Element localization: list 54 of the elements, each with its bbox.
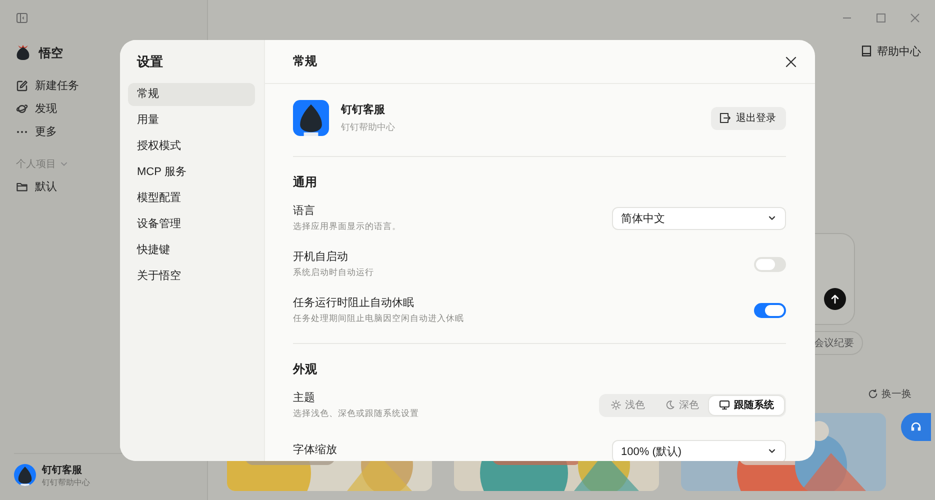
dropdown[interactable]: 100% (默认) (612, 440, 786, 461)
section-title: 外观 (293, 361, 318, 378)
edit-icon (16, 80, 28, 92)
page-title: 常规 (293, 53, 317, 70)
settings-nav-item[interactable]: 用量 (128, 109, 255, 132)
settings-nav-item[interactable]: 模型配置 (128, 187, 255, 210)
settings-nav-item[interactable]: 设备管理 (128, 213, 255, 236)
monitor-icon (719, 400, 730, 410)
setting-description: 选择浅色、深色或跟随系统设置 (293, 408, 419, 420)
support-button[interactable] (901, 413, 931, 441)
logo-icon (14, 44, 32, 62)
settings-nav-item[interactable]: 关于悟空 (128, 265, 255, 288)
settings-nav-item[interactable]: MCP 服务 (128, 161, 255, 184)
section-label: 个人项目 (16, 158, 56, 171)
refresh-link[interactable]: 换一换 (868, 387, 912, 401)
setting-description: 系统启动时自动运行 (293, 267, 374, 279)
send-button[interactable] (824, 288, 846, 310)
account-subtitle: 钉钉帮助中心 (341, 121, 396, 134)
logout-icon (719, 112, 731, 124)
setting-description: 选择应用界面显示的语言。 (293, 221, 401, 233)
account-name: 钉钉客服 (341, 102, 386, 117)
setting-label: 语言 (293, 204, 316, 218)
book-icon (861, 45, 872, 57)
user-subtitle: 钉钉帮助中心 (42, 476, 90, 488)
settings-nav-item[interactable]: 快捷键 (128, 239, 255, 262)
toggle-switch[interactable] (754, 302, 786, 318)
avatar (14, 464, 36, 486)
avatar (293, 100, 329, 136)
settings-nav-item[interactable]: 常规 (128, 83, 255, 106)
refresh-icon (868, 389, 878, 399)
section-title: 通用 (293, 174, 318, 191)
maximize-icon[interactable] (875, 12, 887, 24)
sidebar-toggle-icon[interactable] (16, 12, 28, 24)
headset-icon (910, 421, 922, 433)
settings-nav-item[interactable]: 授权模式 (128, 135, 255, 158)
arrow-up-icon (830, 294, 840, 304)
setting-description: 任务处理期间阻止电脑因空闲自动进入休眠 (293, 313, 464, 325)
close-icon[interactable] (784, 54, 798, 68)
setting-label: 开机自启动 (293, 250, 349, 264)
setting-label: 字体缩放 (293, 442, 337, 457)
user-name: 钉钉客服 (42, 463, 83, 476)
planet-icon (16, 102, 28, 114)
dropdown[interactable]: 简体中文 (612, 206, 786, 230)
sun-icon (611, 400, 621, 410)
help-link[interactable]: 帮助中心 (861, 44, 921, 58)
dialog-title: 设置 (136, 53, 164, 71)
moon-icon (665, 400, 675, 410)
toggle-switch[interactable] (754, 256, 786, 272)
app-name: 悟空 (39, 44, 63, 62)
setting-label: 任务运行时阻止自动休眠 (293, 296, 415, 310)
setting-label: 主题 (293, 390, 316, 405)
folder-icon (16, 180, 28, 192)
theme-option[interactable]: 跟随系统 (709, 396, 784, 414)
logout-button[interactable]: 退出登录 (711, 106, 786, 130)
